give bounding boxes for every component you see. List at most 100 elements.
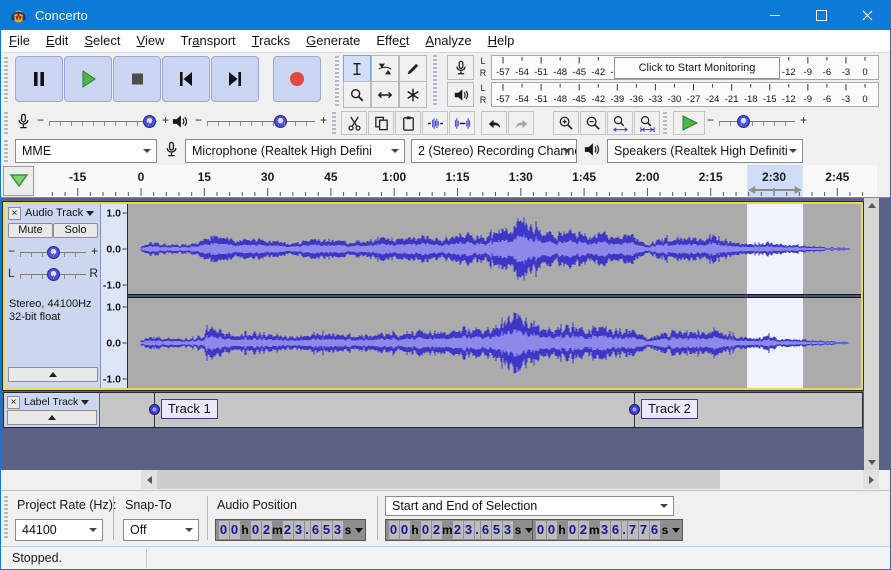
time-digit[interactable]: 2 bbox=[578, 521, 589, 539]
play-at-speed-toolbar-grip[interactable] bbox=[663, 112, 667, 134]
waveform-area[interactable] bbox=[128, 204, 861, 388]
time-digit[interactable]: s bbox=[343, 523, 353, 537]
time-digit[interactable]: 0 bbox=[229, 521, 240, 539]
recording-channels-dropdown[interactable]: 2 (Stereo) Recording Channels bbox=[411, 139, 577, 163]
time-digit[interactable]: 6 bbox=[310, 521, 321, 539]
close-button[interactable] bbox=[844, 0, 890, 30]
playback-device-dropdown[interactable]: Speakers (Realtek High Definiti bbox=[607, 139, 803, 163]
collapse-track-button[interactable] bbox=[8, 367, 98, 382]
time-digit[interactable]: 0 bbox=[567, 521, 578, 539]
pinned-play-head-button[interactable] bbox=[3, 166, 34, 196]
slider-thumb[interactable] bbox=[47, 268, 60, 281]
audio-host-dropdown[interactable]: MME bbox=[15, 139, 157, 163]
time-digit[interactable]: 3 bbox=[502, 521, 513, 539]
scroll-left-button[interactable] bbox=[141, 470, 157, 489]
timeline-ruler[interactable]: -15 0 15 30 45 1:00 1:15 1:30 1:45 2:00 2:15 2:30 2:… bbox=[36, 165, 877, 197]
label-flag[interactable]: Track 1 bbox=[160, 399, 218, 419]
time-digit[interactable]: 3 bbox=[293, 521, 304, 539]
time-digit[interactable]: 0 bbox=[535, 521, 546, 539]
close-track-button[interactable]: × bbox=[7, 396, 20, 409]
menu-item-view[interactable]: View bbox=[129, 30, 173, 52]
slider-track[interactable] bbox=[20, 244, 86, 260]
device-toolbar-grip[interactable] bbox=[4, 140, 8, 162]
time-digit[interactable]: 0 bbox=[218, 521, 229, 539]
slider-thumb[interactable] bbox=[47, 246, 60, 259]
time-digit[interactable]: h bbox=[240, 523, 250, 537]
track-title-menu[interactable]: Label Track bbox=[24, 396, 90, 408]
time-digit[interactable]: 3 bbox=[463, 521, 474, 539]
time-digit[interactable]: 7 bbox=[627, 521, 638, 539]
time-digit[interactable]: 5 bbox=[491, 521, 502, 539]
time-digit[interactable]: s bbox=[513, 523, 523, 537]
cut-button[interactable] bbox=[341, 111, 367, 135]
track-title-menu[interactable]: Audio Track bbox=[25, 207, 95, 219]
menu-item-generate[interactable]: Generate bbox=[298, 30, 368, 52]
slider-track[interactable] bbox=[20, 266, 86, 282]
time-digit[interactable]: s bbox=[660, 523, 670, 537]
time-digit[interactable]: m bbox=[589, 523, 600, 537]
playback-speed-slider[interactable]: − + bbox=[707, 113, 807, 131]
collapse-track-button[interactable] bbox=[7, 410, 97, 425]
time-digit[interactable]: h bbox=[410, 523, 420, 537]
selection-end-field[interactable]: 00h02m36.776s bbox=[532, 519, 683, 541]
recording-device-dropdown[interactable]: Microphone (Realtek High Defini bbox=[185, 139, 405, 163]
waveform-channel-left[interactable] bbox=[128, 204, 861, 294]
gain-slider[interactable]: − + bbox=[8, 244, 98, 262]
scroll-up-button[interactable] bbox=[864, 198, 879, 213]
redo-button[interactable] bbox=[508, 111, 534, 135]
mixer-toolbar-grip[interactable] bbox=[4, 112, 8, 134]
zoom-selection-button[interactable] bbox=[607, 111, 633, 135]
slider-thumb[interactable] bbox=[274, 115, 288, 128]
menu-item-edit[interactable]: Edit bbox=[38, 30, 76, 52]
playback-volume-slider[interactable]: − + bbox=[195, 113, 327, 131]
time-digit[interactable]: 0 bbox=[420, 521, 431, 539]
time-digit[interactable]: 6 bbox=[480, 521, 491, 539]
time-shift-tool-button[interactable] bbox=[371, 81, 399, 108]
time-digit[interactable]: 6 bbox=[649, 521, 660, 539]
scroll-down-button[interactable] bbox=[864, 455, 879, 470]
time-digit[interactable]: 6 bbox=[610, 521, 621, 539]
menu-item-tracks[interactable]: Tracks bbox=[244, 30, 299, 52]
selection-toolbar-grip[interactable] bbox=[4, 496, 8, 540]
stop-button[interactable] bbox=[113, 56, 161, 102]
time-digit[interactable]: . bbox=[304, 521, 310, 539]
time-digit[interactable]: 5 bbox=[321, 521, 332, 539]
multi-tool-button[interactable] bbox=[399, 81, 427, 108]
selection-mode-dropdown[interactable]: Start and End of Selection bbox=[385, 496, 674, 516]
meter-toolbar-grip[interactable] bbox=[433, 55, 437, 107]
label-marker-handle[interactable] bbox=[629, 404, 641, 415]
zoom-tool-button[interactable] bbox=[343, 81, 371, 108]
record-volume-slider[interactable]: − + bbox=[37, 113, 169, 131]
slider-thumb[interactable] bbox=[736, 115, 750, 128]
selection-tool-button[interactable] bbox=[343, 55, 371, 82]
edit-toolbar-grip[interactable] bbox=[332, 112, 336, 134]
time-digit[interactable]: m bbox=[272, 523, 283, 537]
time-digit[interactable]: . bbox=[474, 521, 480, 539]
horizontal-scrollbar[interactable] bbox=[141, 470, 879, 489]
pause-button[interactable] bbox=[15, 56, 63, 102]
maximize-button[interactable] bbox=[798, 0, 844, 30]
vertical-scale-ruler[interactable]: 1.0 0.0 -1.0 1.0 0.0 -1.0 bbox=[101, 204, 128, 388]
pan-slider[interactable]: L R bbox=[8, 266, 98, 284]
zoom-out-button[interactable] bbox=[580, 111, 606, 135]
menu-item-select[interactable]: Select bbox=[76, 30, 128, 52]
playback-meter-button[interactable] bbox=[447, 82, 474, 107]
transport-toolbar-grip[interactable] bbox=[4, 57, 8, 102]
solo-button[interactable]: Solo bbox=[53, 223, 98, 238]
slider-track[interactable] bbox=[207, 113, 315, 129]
time-digit[interactable]: h bbox=[557, 523, 567, 537]
label-flag[interactable]: Track 2 bbox=[641, 399, 698, 419]
time-digit[interactable]: 0 bbox=[546, 521, 557, 539]
tools-toolbar-grip[interactable] bbox=[335, 56, 339, 106]
time-digit[interactable]: 0 bbox=[399, 521, 410, 539]
time-digit[interactable]: 7 bbox=[638, 521, 649, 539]
vertical-scrollbar[interactable] bbox=[864, 198, 879, 470]
menu-item-analyze[interactable]: Analyze bbox=[417, 30, 479, 52]
horizontal-scroll-thumb[interactable] bbox=[157, 470, 720, 489]
label-area[interactable]: Track 1 Track 2 bbox=[101, 393, 862, 427]
label-marker-handle[interactable] bbox=[148, 404, 160, 415]
time-digit[interactable]: . bbox=[621, 521, 627, 539]
time-digit[interactable]: 2 bbox=[452, 521, 463, 539]
mute-button[interactable]: Mute bbox=[8, 223, 53, 238]
zoom-in-button[interactable] bbox=[553, 111, 579, 135]
